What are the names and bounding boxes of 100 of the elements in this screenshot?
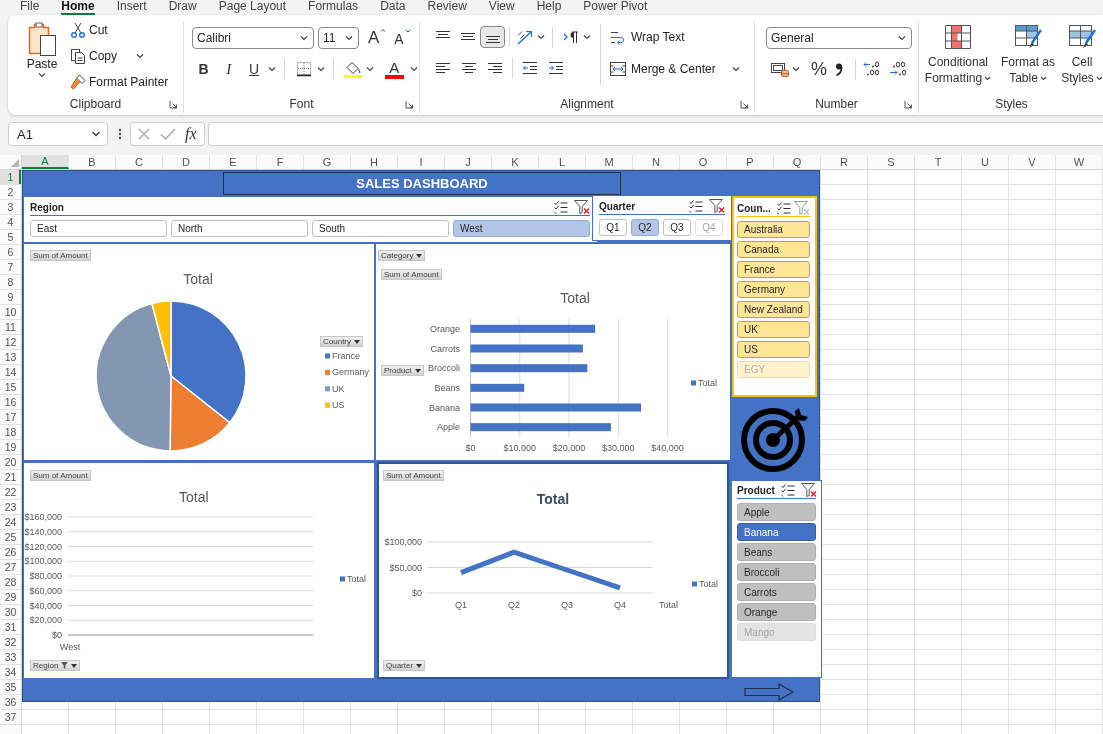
dialog-launcher-icon[interactable]	[405, 99, 414, 109]
percent-button[interactable]: %	[809, 58, 829, 80]
slicer-item[interactable]: Carrots	[737, 583, 816, 601]
slicer-item[interactable]: New Zealand	[737, 301, 810, 318]
align-right-icon[interactable]	[487, 61, 503, 75]
slicer-item[interactable]: Q1	[599, 219, 627, 236]
caret-icon[interactable]	[315, 66, 326, 72]
column-header[interactable]: Q	[774, 155, 821, 169]
angled-arrow-icon[interactable]	[516, 29, 534, 45]
align-bottom-button[interactable]	[480, 26, 505, 48]
slicer-item[interactable]: Apple	[737, 503, 816, 521]
decrease-decimal-icon[interactable]	[888, 60, 908, 78]
row-header[interactable]: 26	[0, 545, 21, 560]
row-header[interactable]: 21	[0, 470, 21, 485]
slicer-item[interactable]: Australia	[737, 221, 810, 238]
grow-font-button[interactable]: A	[368, 28, 387, 48]
row-header[interactable]: 27	[0, 560, 21, 575]
column-header[interactable]: V	[1009, 155, 1056, 169]
align-center-icon[interactable]	[461, 61, 477, 75]
name-box[interactable]: A1	[8, 122, 108, 146]
row-header[interactable]: 25	[0, 530, 21, 545]
field-button[interactable]: Sum of Amount	[381, 269, 442, 280]
font-size-box[interactable]: 11	[318, 27, 359, 49]
copy-button[interactable]: Copy	[70, 45, 117, 67]
row-header[interactable]: 7	[0, 260, 21, 275]
row-header[interactable]: 33	[0, 650, 21, 665]
column-header[interactable]: I	[398, 155, 445, 169]
row-header[interactable]: 10	[0, 305, 21, 320]
row-header[interactable]: 17	[0, 410, 21, 425]
row-header[interactable]: 4	[0, 215, 21, 230]
multi-select-icon[interactable]	[689, 199, 703, 213]
row-header[interactable]: 32	[0, 635, 21, 650]
paint-bucket-icon[interactable]	[343, 60, 362, 78]
column-header[interactable]: W	[1056, 155, 1103, 169]
comma-icon[interactable]	[835, 62, 843, 76]
clear-filter-icon[interactable]	[800, 483, 817, 497]
multi-select-icon[interactable]	[780, 483, 795, 497]
row-header[interactable]: 14	[0, 365, 21, 380]
row-header[interactable]: 24	[0, 515, 21, 530]
slicer-item[interactable]: North	[171, 220, 308, 237]
column-header[interactable]: R	[821, 155, 868, 169]
row-header[interactable]: 2	[0, 185, 21, 200]
increase-indent-icon[interactable]	[548, 61, 564, 75]
field-button[interactable]: Sum of Amount	[30, 470, 91, 481]
slicer-item[interactable]: Broccoli	[737, 563, 816, 581]
row-header[interactable]: 22	[0, 485, 21, 500]
underline-button[interactable]: U	[241, 59, 267, 79]
slicer-item[interactable]: Orange	[737, 603, 816, 621]
caret-icon[interactable]	[409, 66, 419, 72]
row-header[interactable]: 34	[0, 665, 21, 680]
row-header[interactable]: 3	[0, 200, 21, 215]
right-arrow-icon[interactable]	[744, 683, 794, 701]
italic-button[interactable]: I	[216, 59, 242, 79]
ribbon-tab[interactable]: View	[488, 0, 515, 15]
row-header[interactable]: 35	[0, 680, 21, 695]
row-header[interactable]: 20	[0, 455, 21, 470]
row-header[interactable]: 5	[0, 230, 21, 245]
font-name-box[interactable]: Calibri	[192, 27, 314, 49]
row-header[interactable]: 29	[0, 590, 21, 605]
slicer-item[interactable]: Canada	[737, 241, 810, 258]
field-button[interactable]: Quarter	[383, 660, 426, 671]
column-header[interactable]: A	[22, 155, 69, 169]
format-painter-button[interactable]: Format Painter	[70, 71, 169, 93]
slicer-item[interactable]: Q2	[631, 219, 659, 236]
row-header[interactable]: 1	[0, 170, 21, 185]
caret-icon[interactable]	[266, 66, 277, 72]
field-button[interactable]: Category	[378, 250, 426, 261]
row-header[interactable]: 37	[0, 710, 21, 725]
caret-icon[interactable]	[791, 66, 801, 72]
row-header[interactable]: 18	[0, 425, 21, 440]
row-header[interactable]: 12	[0, 335, 21, 350]
clear-filter-icon[interactable]	[709, 199, 725, 213]
column-header[interactable]: S	[868, 155, 915, 169]
slicer-item[interactable]: Banana	[737, 523, 816, 541]
column-header[interactable]: L	[539, 155, 586, 169]
borders-icon[interactable]	[295, 61, 312, 77]
shrink-font-button[interactable]: A	[394, 27, 411, 49]
pilcrow-icon[interactable]	[563, 30, 579, 44]
cut-button[interactable]: Cut	[70, 19, 169, 41]
row-header[interactable]: 19	[0, 440, 21, 455]
row-header[interactable]: 11	[0, 320, 21, 335]
money-icon[interactable]	[770, 61, 790, 77]
ribbon-tab[interactable]: Review	[427, 0, 467, 15]
column-header[interactable]: D	[163, 155, 210, 169]
ribbon-tab[interactable]: Formulas	[308, 0, 359, 15]
column-header[interactable]: E	[210, 155, 257, 169]
caret-icon[interactable]	[364, 66, 375, 72]
ribbon-tab[interactable]: Power Pivot	[583, 0, 648, 15]
dialog-launcher-icon[interactable]	[740, 99, 749, 109]
field-button[interactable]: Sum of Amount	[30, 250, 91, 261]
dialog-launcher-icon[interactable]	[904, 99, 913, 109]
slicer-item[interactable]: US	[737, 341, 810, 358]
row-header[interactable]: 8	[0, 275, 21, 290]
slicer-item[interactable]: Beans	[737, 543, 816, 561]
bold-button[interactable]: B	[191, 59, 217, 79]
column-header[interactable]: C	[116, 155, 163, 169]
row-header[interactable]: 16	[0, 395, 21, 410]
dialog-launcher-icon[interactable]	[169, 99, 178, 109]
row-header[interactable]: 31	[0, 620, 21, 635]
decrease-indent-icon[interactable]	[522, 61, 538, 75]
